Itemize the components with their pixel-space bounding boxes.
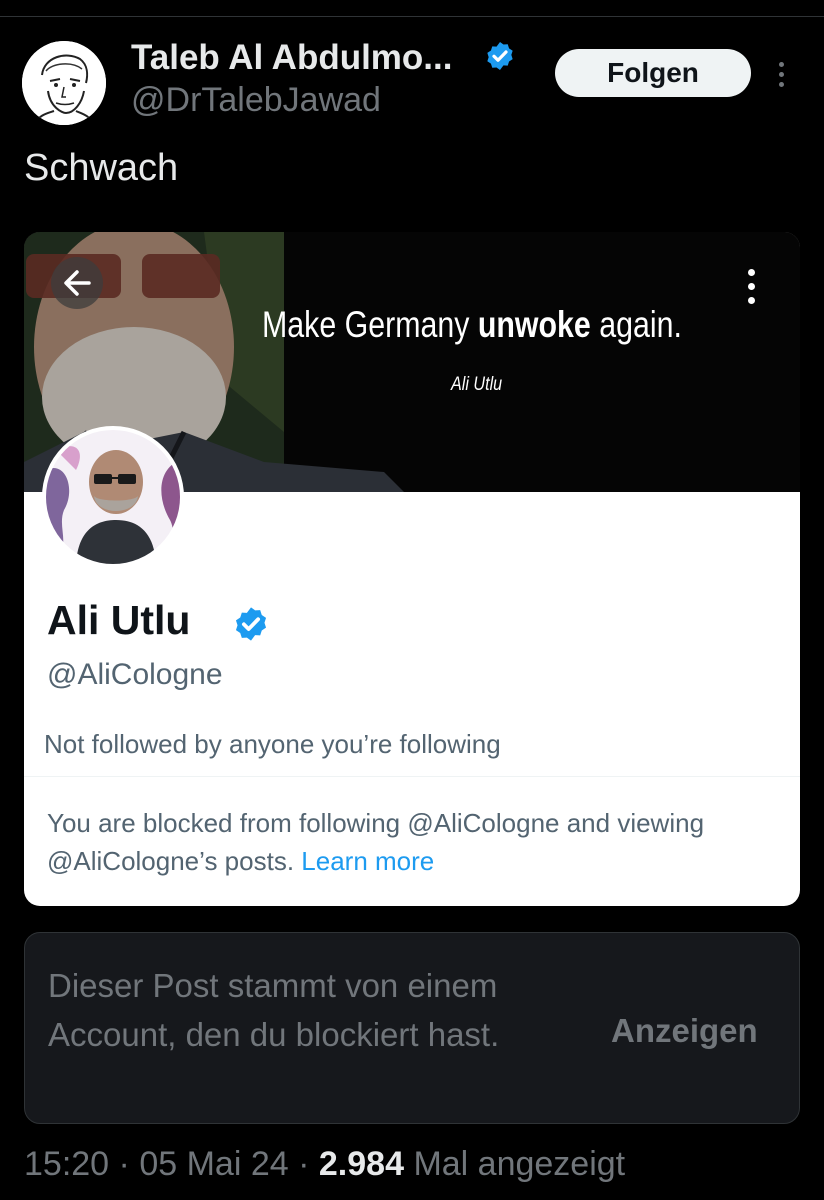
card-divider: [24, 776, 800, 777]
top-divider: [0, 16, 824, 17]
profile-verified-badge-icon: [235, 607, 267, 641]
post-time[interactable]: 15:20: [24, 1145, 109, 1183]
more-vertical-icon[interactable]: [770, 58, 794, 92]
author-handle[interactable]: @DrTalebJawad: [131, 80, 381, 120]
author-avatar[interactable]: [22, 41, 106, 125]
show-post-button[interactable]: Anzeigen: [611, 1011, 758, 1051]
profile-name: Ali Utlu: [47, 597, 191, 643]
banner-slogan-pre: Make Germany: [262, 304, 470, 345]
followed-by-note: Not followed by anyone you’re following: [44, 729, 501, 759]
embedded-profile-image[interactable]: Make Germany unwoke again. Ali Utlu Ali …: [24, 232, 800, 906]
author-name[interactable]: Taleb Al Abdulmo...: [131, 38, 452, 78]
banner-slogan-post: again.: [599, 304, 682, 345]
verified-badge-icon: [487, 42, 513, 70]
blocked-post-notice: Dieser Post stammt von einem Account, de…: [24, 932, 800, 1124]
post-text: Schwach: [24, 147, 179, 189]
learn-more-link[interactable]: Learn more: [301, 846, 434, 876]
view-suffix: Mal angezeigt: [413, 1145, 626, 1183]
post-meta: 15:20 · 05 Mai 24 · 2.984 Mal angezeigt: [24, 1142, 625, 1186]
banner-slogan: Make Germany unwoke again.: [262, 304, 682, 346]
banner-slogan-bold: unwoke: [477, 304, 591, 345]
arrow-left-icon[interactable]: [51, 257, 103, 309]
blocked-post-text: Dieser Post stammt von einem Account, de…: [48, 967, 500, 1053]
banner-more-vertical-icon[interactable]: [740, 267, 764, 307]
profile-handle: @AliCologne: [47, 658, 223, 691]
meta-separator: ·: [118, 1145, 130, 1183]
meta-separator: ·: [298, 1145, 310, 1183]
banner-signature: Ali Utlu: [451, 374, 503, 395]
follow-button[interactable]: Folgen: [555, 49, 751, 97]
view-count: 2.984: [318, 1145, 404, 1183]
post-date[interactable]: 05 Mai 24: [139, 1145, 288, 1183]
blocked-message: You are blocked from following @AliColog…: [47, 804, 767, 880]
profile-avatar[interactable]: [42, 426, 184, 568]
